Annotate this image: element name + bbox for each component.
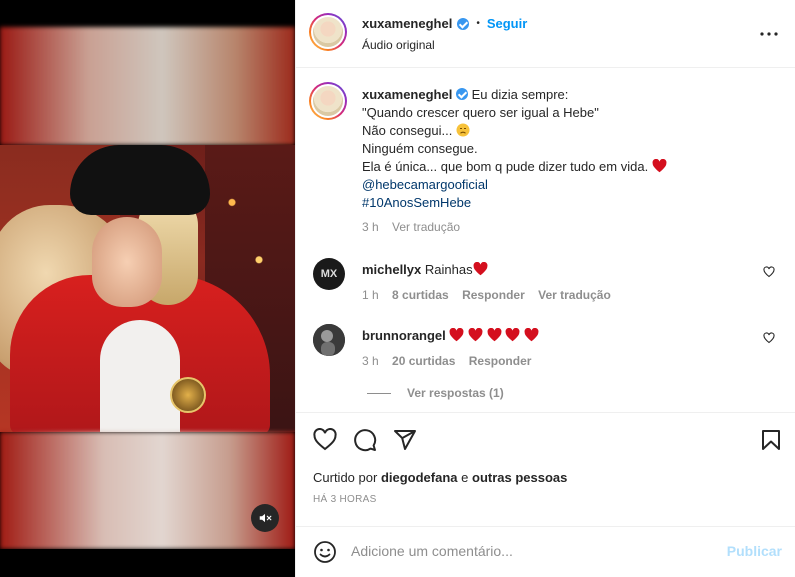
comment-like-heart-icon[interactable] bbox=[763, 266, 775, 278]
red-heart-emoji-icon bbox=[468, 327, 483, 342]
more-icon bbox=[760, 32, 778, 36]
caption-line-4: Ninguém consegue. bbox=[362, 141, 478, 156]
view-replies-label: Ver respostas (1) bbox=[407, 386, 504, 400]
likes-others-link[interactable]: outras pessoas bbox=[472, 470, 567, 485]
caption-line-2: "Quando crescer quero ser igual a Hebe" bbox=[362, 105, 599, 120]
red-heart-emoji-icon bbox=[449, 327, 464, 342]
caption-line-1: Eu dizia sempre: bbox=[471, 87, 569, 102]
heart-icon[interactable] bbox=[313, 428, 337, 452]
add-comment-bar: Publicar bbox=[296, 526, 795, 577]
author-avatar[interactable] bbox=[309, 13, 347, 51]
comment-username[interactable]: brunnorangel bbox=[362, 328, 446, 343]
hashtag-link[interactable]: #10AnosSemHebe bbox=[362, 195, 471, 210]
sad-face-emoji-icon bbox=[456, 123, 470, 137]
red-heart-emoji-icon bbox=[505, 327, 520, 342]
verified-icon bbox=[455, 88, 468, 100]
separator-dot: • bbox=[476, 18, 480, 29]
caption-username[interactable]: xuxameneghel bbox=[362, 87, 452, 102]
mention-link[interactable]: @hebecamargooficial bbox=[362, 177, 488, 192]
likes-mid: e bbox=[461, 470, 469, 485]
audio-label[interactable]: Áudio original bbox=[362, 38, 435, 52]
media-blur-bottom bbox=[0, 432, 295, 549]
caption-line-5: Ela é única... que bom q pude dizer tudo… bbox=[362, 159, 649, 174]
emoji-icon[interactable] bbox=[313, 540, 337, 564]
post-media[interactable] bbox=[0, 0, 295, 577]
post-header: xuxameneghel • Seguir Áudio original bbox=[296, 0, 795, 68]
red-heart-emoji-icon bbox=[524, 327, 539, 342]
share-icon[interactable] bbox=[393, 428, 417, 452]
comment-time[interactable]: 3 h bbox=[362, 354, 379, 368]
post-panel: xuxameneghel • Seguir Áudio original xux… bbox=[295, 0, 795, 577]
action-bar bbox=[296, 412, 795, 462]
comment-text: Rainhas bbox=[424, 262, 473, 277]
video-frame bbox=[0, 145, 295, 432]
liked-by-user[interactable]: diegodefana bbox=[381, 470, 458, 485]
caption-time[interactable]: 3 h bbox=[362, 220, 379, 234]
comment-likes[interactable]: 8 curtidas bbox=[392, 288, 449, 302]
red-heart-emoji-icon bbox=[487, 327, 502, 342]
caption-avatar[interactable] bbox=[309, 82, 347, 120]
media-letterbox-top bbox=[0, 0, 295, 27]
comment-input[interactable] bbox=[351, 539, 711, 563]
caption-line-3: Não consegui... bbox=[362, 123, 453, 138]
comment-username[interactable]: michellyx bbox=[362, 262, 421, 277]
bookmark-icon[interactable] bbox=[759, 428, 783, 452]
verified-icon bbox=[457, 17, 470, 30]
media-letterbox-bottom bbox=[0, 549, 295, 577]
post-time[interactable]: HÁ 3 HORAS bbox=[313, 494, 377, 505]
comment-translate-link[interactable]: Ver tradução bbox=[538, 288, 611, 302]
comment-avatar[interactable]: MX bbox=[313, 258, 345, 290]
mute-button[interactable] bbox=[251, 504, 279, 532]
comment-hearts bbox=[449, 327, 539, 343]
replies-divider bbox=[367, 392, 391, 394]
likes-prefix: Curtido por bbox=[313, 470, 378, 485]
more-options-button[interactable] bbox=[760, 24, 778, 36]
media-blur-top bbox=[0, 27, 295, 145]
comment-like-heart-icon[interactable] bbox=[763, 332, 775, 344]
comment-icon[interactable] bbox=[353, 428, 377, 452]
comment-time[interactable]: 1 h bbox=[362, 288, 379, 302]
view-replies-button[interactable]: Ver respostas (1) bbox=[367, 386, 504, 400]
publish-button[interactable]: Publicar bbox=[727, 543, 782, 559]
caption-translate-link[interactable]: Ver tradução bbox=[392, 220, 460, 234]
comment-likes[interactable]: 20 curtidas bbox=[392, 354, 455, 368]
red-heart-emoji-icon bbox=[652, 158, 667, 173]
comment-reply-button[interactable]: Responder bbox=[462, 288, 525, 302]
likes-summary: Curtido por diegodefana e outras pessoas bbox=[313, 470, 567, 485]
follow-button[interactable]: Seguir bbox=[487, 16, 527, 31]
comment-reply-button[interactable]: Responder bbox=[469, 354, 532, 368]
mute-icon bbox=[259, 513, 272, 523]
comment-avatar[interactable] bbox=[313, 324, 345, 356]
author-username[interactable]: xuxameneghel bbox=[362, 16, 452, 31]
red-heart-emoji-icon bbox=[473, 261, 488, 276]
